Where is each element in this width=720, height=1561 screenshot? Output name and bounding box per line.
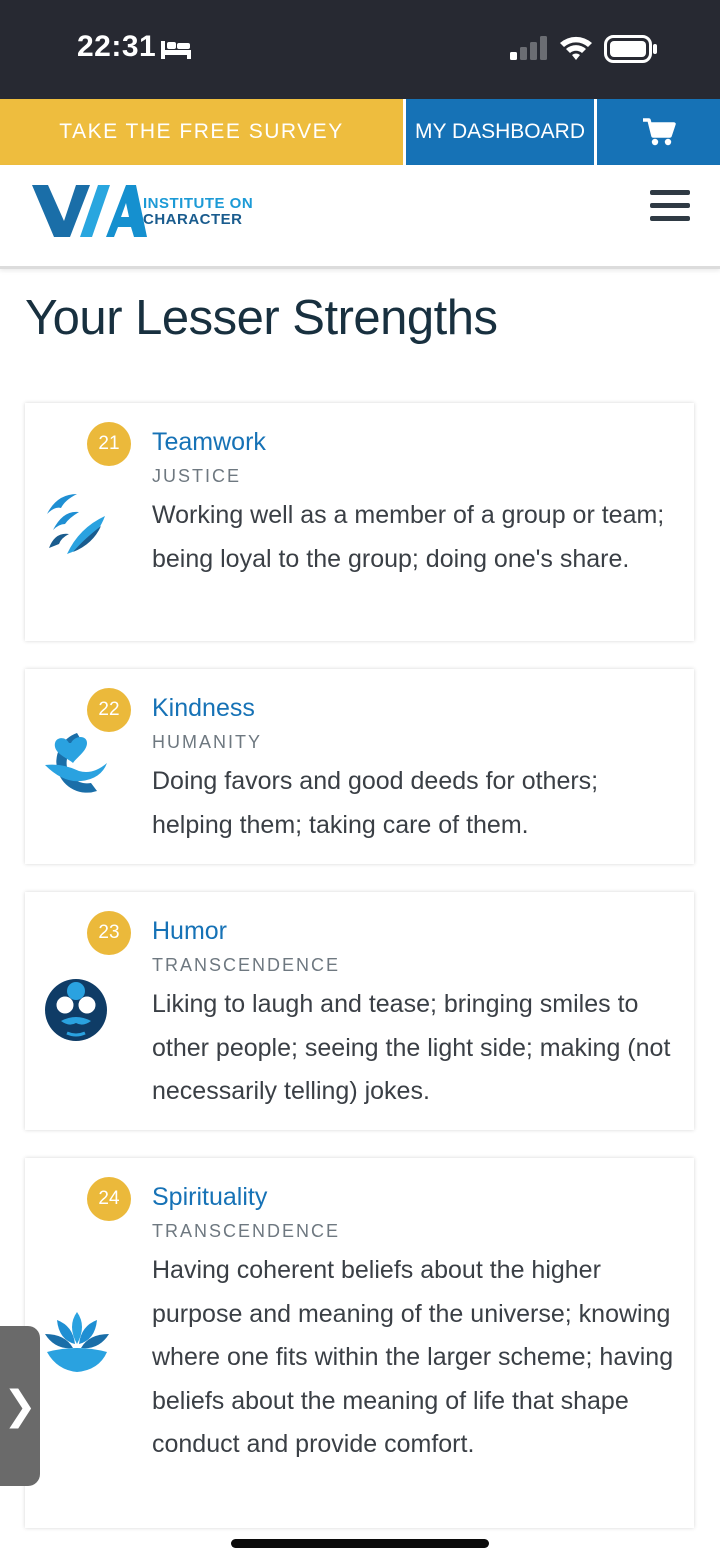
- strength-card[interactable]: 23 Humor TRANSCENDENCE Liking to laugh a…: [25, 892, 694, 1130]
- strength-description: Liking to laugh and tease; bringing smil…: [152, 990, 671, 1105]
- strength-category: TRANSCENDENCE: [152, 1221, 341, 1241]
- strength-description: Working well as a member of a group or t…: [152, 501, 665, 573]
- strength-category: JUSTICE: [152, 466, 242, 486]
- side-drawer-tab[interactable]: ❯: [0, 1326, 40, 1486]
- strength-name[interactable]: Humor: [152, 917, 227, 946]
- chevron-right-icon: ❯: [3, 1384, 37, 1428]
- cart-icon: [642, 118, 676, 146]
- take-survey-button[interactable]: TAKE THE FREE SURVEY: [0, 99, 403, 165]
- strength-description: Having coherent beliefs about the higher…: [152, 1256, 674, 1458]
- rank-badge: 23: [87, 911, 131, 955]
- strength-card[interactable]: 24 Spirituality TRANSCENDENCE Having coh…: [25, 1158, 694, 1528]
- wifi-icon: [560, 36, 592, 60]
- strength-category: TRANSCENDENCE: [152, 955, 341, 975]
- cart-button[interactable]: [597, 99, 720, 165]
- logo-text: INSTITUTE ON CHARACTER: [143, 196, 253, 228]
- site-header: INSTITUTE ON CHARACTER: [0, 165, 720, 269]
- status-bar: 22:31: [0, 0, 720, 99]
- menu-bar: [650, 190, 690, 195]
- via-logo[interactable]: [32, 185, 147, 237]
- menu-bar: [650, 203, 690, 208]
- lotus-icon: [45, 1312, 109, 1372]
- battery-icon: [604, 35, 657, 63]
- birds-icon: [47, 494, 105, 554]
- strength-category: HUMANITY: [152, 732, 262, 752]
- rank-badge: 24: [87, 1177, 131, 1221]
- menu-bar: [650, 216, 690, 221]
- status-time: 22:31: [77, 30, 157, 63]
- logo-line-1: INSTITUTE ON: [143, 195, 254, 212]
- funny-face-icon: [45, 979, 107, 1041]
- strength-description: Doing favors and good deeds for others; …: [152, 767, 599, 839]
- strength-card[interactable]: 22 Kindness HUMANITY Doing favors and go…: [25, 669, 694, 864]
- logo-line-2: CHARACTER: [143, 211, 243, 228]
- rank-badge: 22: [87, 688, 131, 732]
- page-title: Your Lesser Strengths: [25, 291, 498, 345]
- cellular-signal-icon: [510, 36, 547, 60]
- strength-name[interactable]: Kindness: [152, 694, 255, 723]
- rank-badge: 21: [87, 422, 131, 466]
- strength-name[interactable]: Spirituality: [152, 1183, 267, 1212]
- strength-card[interactable]: 21 Teamwork JUSTICE Working well as a me…: [25, 403, 694, 641]
- strength-name[interactable]: Teamwork: [152, 428, 266, 457]
- home-indicator[interactable]: [231, 1539, 489, 1548]
- top-action-bar: TAKE THE FREE SURVEY MY DASHBOARD: [0, 99, 720, 165]
- hamburger-menu-button[interactable]: [650, 190, 690, 226]
- sleep-focus-icon: [161, 41, 191, 59]
- my-dashboard-button[interactable]: MY DASHBOARD: [406, 99, 594, 165]
- heart-hand-icon: [45, 733, 107, 793]
